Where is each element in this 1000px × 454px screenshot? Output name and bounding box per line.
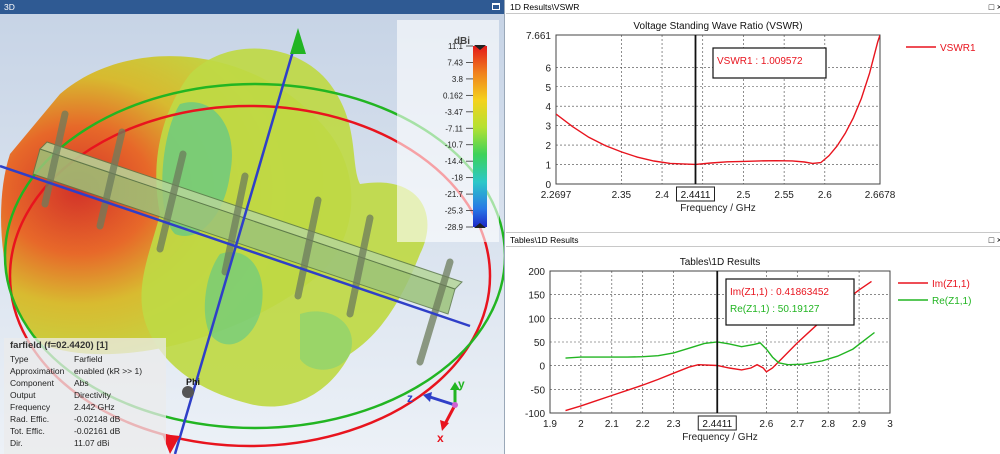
x-tick-label: 2.5 [736,190,750,201]
triad-x-label: x [437,431,444,445]
legend-label: VSWR1 [940,43,976,54]
phi-label: Phi [186,377,200,387]
colorbar-tick-label: -18 [451,174,463,183]
colorbar-tick-label: -28.9 [445,223,464,232]
x-tick-label: 2.4 [655,190,669,201]
view3d-pane[interactable]: 3D Phi dBi 11.1 7.43 3.8 0.162 -3.47 -7.… [0,0,505,454]
info-key: Frequency [10,402,51,412]
info-key: Output [10,390,36,400]
y-tick-label: 200 [528,267,545,278]
info-key: Tot. Effic. [10,426,45,436]
vswr-pane[interactable]: 1D Results\VSWR □ × Voltage Standing Wav… [506,0,1000,232]
view3d-title-bar[interactable]: 3D [0,0,504,14]
phi-marker [182,386,194,398]
marker-x-label: 2.4411 [702,419,732,430]
view3d-title: 3D [4,2,15,12]
marker-annotation-text: Im(Z1,1) : 0.41863452 [730,287,829,298]
colorbar-tick-label: 0.162 [443,91,464,100]
info-value: 2.442 GHz [74,402,115,412]
chart-title: Voltage Standing Wave Ratio (VSWR) [633,21,802,32]
y-tick-label: 2 [545,141,551,152]
colorbar-tick-label: -3.47 [445,108,464,117]
info-value: -0.02161 dB [74,426,121,436]
x-tick-label: 2.1 [605,419,619,430]
window-controls-icon[interactable]: □ × [989,0,1000,14]
colorbar-tick-label: 11.1 [448,42,464,51]
farfield-info-box: farfield (f=02.4420) [1] Type Farfield App… [4,338,166,454]
x-axis-label: Frequency / GHz [680,203,756,214]
info-value: Farfield [74,354,103,364]
colorbar-tick-label: -21.7 [445,190,464,199]
info-value: enabled (kR >> 1) [74,366,143,376]
x-tick-label: 2.2 [636,419,650,430]
y-tick-label: 100 [528,314,545,325]
x-tick-label: 2.55 [774,190,794,201]
chart-title: Tables\1D Results [680,257,761,268]
x-tick-label: 2.3 [667,419,681,430]
y-tick-label: 0 [545,180,551,191]
y-tick-label: 4 [545,102,551,113]
legend-label: Re(Z1,1) [932,296,971,307]
y-tick-label: 1 [545,161,551,172]
colorbar-tick-label: -25.3 [445,207,464,216]
x-tick-label: 2.7 [790,419,804,430]
colorbar-tick-label: 7.43 [447,58,463,67]
y-tick-label: 6 [545,63,551,74]
x-tick-label: 2.9 [852,419,866,430]
info-key: Component [10,378,54,388]
legend-label: Im(Z1,1) [932,279,970,290]
vswr-title-bar[interactable]: 1D Results\VSWR □ × [506,0,1000,14]
vswr-pane-title: 1D Results\VSWR [510,2,580,12]
info-key: Rad. Effic. [10,414,50,424]
info-value: -0.02148 dB [74,414,121,424]
colorbar-tick-label: -10.7 [445,141,464,150]
window-controls-icon[interactable]: □ × [989,233,1000,247]
info-key: Approximation [10,366,65,376]
colorbar-tick-label: -7.11 [445,124,463,133]
vswr-chart[interactable]: Voltage Standing Wave Ratio (VSWR) 2.2697… [506,14,1000,232]
y-tick-label: -100 [525,409,545,420]
farfield-info-heading: farfield (f=02.4420) [1] [10,340,108,351]
triad-y-label: y [458,377,465,391]
marker-x-label: 2.4411 [681,190,711,201]
maximize-icon[interactable] [492,3,500,10]
y-tick-label: 50 [534,338,546,349]
tables-title-bar[interactable]: Tables\1D Results □ × [506,233,1000,247]
tables-pane[interactable]: Tables\1D Results □ × Tables\1D Results 1… [506,232,1000,454]
x-axis-label: Frequency / GHz [682,432,758,443]
triad-z-label: z [407,391,413,405]
marker-annotation-box [725,278,855,326]
info-value: 11.07 dBi [74,438,110,448]
x-tick-label: 2.2697 [541,190,572,201]
y-tick-label: 150 [528,291,545,302]
marker-annotation-text: VSWR1 : 1.009572 [717,56,803,67]
info-value: Directivity [74,390,111,400]
colorbar-tick-label: 3.8 [452,75,464,84]
x-tick-label: 2.35 [612,190,632,201]
x-tick-label: 3 [887,419,893,430]
x-tick-label: 2.6 [818,190,832,201]
x-tick-label: 2.6678 [865,190,896,201]
info-key: Dir. [10,438,23,448]
y-tick-label: 0 [539,362,545,373]
y-tick-label: -50 [531,385,546,396]
marker-annotation-text: Re(Z1,1) : 50.19127 [730,304,820,315]
x-tick-label: 1.9 [543,419,557,430]
x-tick-label: 2.8 [821,419,835,430]
y-tick-label: 7.661 [526,31,551,42]
info-value: Abs [74,378,89,388]
info-key: Type [10,354,29,364]
colorbar-gradient [473,46,487,227]
y-tick-label: 5 [545,83,551,94]
tables-pane-title: Tables\1D Results [510,235,579,245]
colorbar-tick-label: -14.4 [445,157,464,166]
x-tick-label: 2.6 [759,419,773,430]
impedance-chart[interactable]: Tables\1D Results 1.9 2 2.1 2.2 2.3 2.6 2.7 2.8 2… [506,247,1000,454]
y-tick-label: 3 [545,122,551,133]
x-tick-label: 2 [578,419,584,430]
